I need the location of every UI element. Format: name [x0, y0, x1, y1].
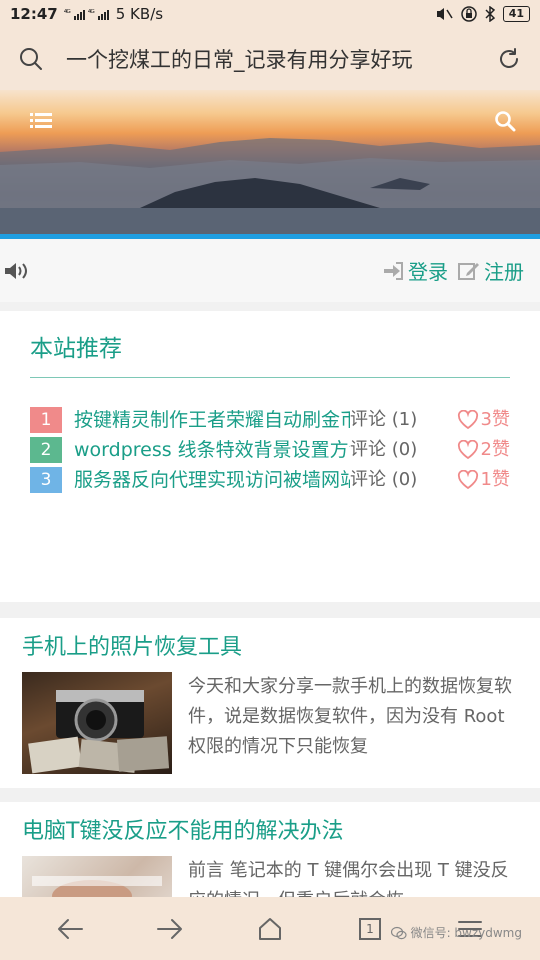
- signal-icon-2: ⁴ᴳ: [87, 9, 95, 19]
- wechat-watermark: 微信号: bwzydwmg: [390, 924, 522, 941]
- rank-badge: 1: [30, 407, 62, 433]
- like-button[interactable]: 2赞: [457, 435, 510, 465]
- item-meta: 评论 (0) 2赞: [350, 435, 510, 465]
- article-card[interactable]: 电脑T键没反应不能用的解决办法 前言 笔记本的 T 键偶尔会出现 T 键没反应的…: [0, 802, 540, 958]
- comment-count: 评论 (0): [350, 469, 418, 490]
- login-label[interactable]: 登录: [408, 256, 448, 285]
- mute-icon: [436, 8, 453, 20]
- address-bar[interactable]: 一个挖煤工的日常_记录有用分享好玩: [0, 28, 540, 90]
- forward-button[interactable]: [140, 904, 200, 954]
- item-meta: 评论 (0) 1赞: [350, 465, 510, 495]
- back-button[interactable]: [40, 904, 100, 954]
- heart-icon: [457, 470, 478, 490]
- status-icons: 41: [435, 6, 530, 22]
- comment-count: 评论 (0): [350, 439, 418, 460]
- article-excerpt: 今天和大家分享一款手机上的数据恢复软件，说是数据恢复软件，因为没有 Root 权…: [188, 676, 512, 757]
- heart-icon: [457, 440, 478, 460]
- like-count: 2赞: [480, 439, 510, 460]
- item-meta: 评论 (1) 3赞: [350, 405, 510, 435]
- bluetooth-icon: [485, 6, 495, 22]
- hero-search-icon[interactable]: [494, 110, 516, 132]
- rank-badge: 2: [30, 437, 62, 463]
- like-button[interactable]: 3赞: [457, 405, 510, 435]
- camera-icon: [28, 690, 170, 774]
- status-bar: 12:47 ⁴ᴳ ⁴ᴳ 5 KB/s 41: [0, 0, 540, 28]
- login-row: 登录 注册: [0, 239, 540, 302]
- battery-icon: 41: [502, 6, 530, 22]
- recommend-section: 本站推荐 1 按键精灵制作王者荣耀自动刷金币【初步完结】 评论 (1) 3赞 2w…: [0, 311, 540, 602]
- rank-badge: 3: [30, 467, 62, 493]
- menu-icon[interactable]: [30, 112, 52, 130]
- recommend-heading: 本站推荐: [30, 336, 122, 362]
- sign-in-icon: [384, 261, 403, 280]
- mountain-landscape-image: [0, 138, 540, 234]
- speaker-icon[interactable]: [4, 261, 32, 281]
- lock-icon: [460, 6, 477, 22]
- list-item[interactable]: 3 服务器反向代理实现访问被墙网站 评论 (0) 1赞: [30, 465, 510, 495]
- like-count: 3赞: [480, 409, 510, 430]
- article-title[interactable]: 电脑T键没反应不能用的解决办法: [22, 816, 518, 848]
- arrow-left-icon: [58, 918, 83, 939]
- article-card[interactable]: 手机上的照片恢复工具 今天和大家分享一款手机上的数据恢复软件，说是数据恢复软件，…: [0, 618, 540, 788]
- like-count: 1赞: [480, 469, 510, 490]
- search-icon[interactable]: [18, 46, 44, 72]
- edit-icon: [458, 262, 479, 280]
- wechat-icon: [390, 926, 407, 939]
- register-label[interactable]: 注册: [484, 256, 524, 285]
- network-speed: 5 KB/s: [115, 5, 164, 23]
- signal-bars-icon: [73, 10, 85, 20]
- hero-banner: [0, 90, 540, 234]
- comment-count: 评论 (1): [350, 409, 418, 430]
- home-icon: [259, 917, 281, 940]
- page-title[interactable]: 一个挖煤工的日常_记录有用分享好玩: [44, 44, 496, 74]
- divider: [30, 377, 510, 378]
- login-link[interactable]: 登录: [382, 256, 448, 285]
- watermark-text: 微信号: bwzydwmg: [410, 926, 522, 940]
- signal-icon: ⁴ᴳ: [63, 9, 71, 19]
- list-item[interactable]: 2 wordpress 线条特效背景设置方法 评论 (0) 2赞: [30, 435, 510, 465]
- refresh-icon[interactable]: [496, 46, 522, 72]
- arrow-right-icon: [157, 918, 182, 939]
- clock: 12:47: [10, 5, 58, 23]
- register-link[interactable]: 注册: [458, 256, 524, 285]
- item-title[interactable]: wordpress 线条特效背景设置方法: [74, 439, 368, 461]
- like-button[interactable]: 1赞: [457, 465, 510, 495]
- heart-icon: [457, 410, 478, 430]
- article-title[interactable]: 手机上的照片恢复工具: [22, 632, 518, 664]
- tab-count: 1: [366, 921, 374, 936]
- home-button[interactable]: [240, 904, 300, 954]
- list-item[interactable]: 1 按键精灵制作王者荣耀自动刷金币【初步完结】 评论 (1) 3赞: [30, 405, 510, 435]
- camera-photo-thumbnail[interactable]: [22, 672, 172, 774]
- item-title[interactable]: 服务器反向代理实现访问被墙网站: [74, 469, 359, 491]
- signal-bars-icon-2: [97, 10, 109, 20]
